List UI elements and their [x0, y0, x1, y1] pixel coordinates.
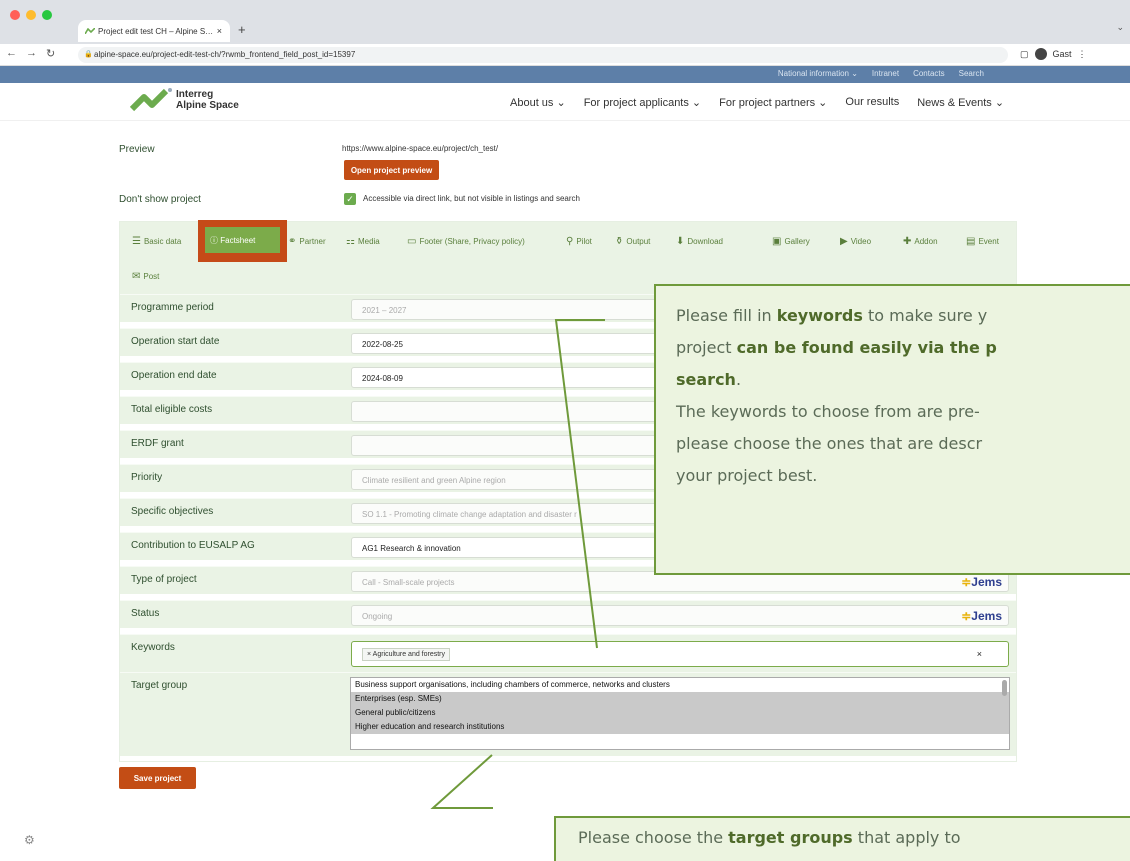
callout-line: please choose the ones that are descr: [676, 434, 983, 453]
callout-text: Please choose the: [578, 828, 729, 847]
browser-window: Project edit test CH – Alpine S… × + ⌄ ←…: [0, 0, 1130, 861]
callout-line: your project best.: [676, 466, 818, 485]
callout-line: Please fill in keywords to make sure y: [676, 300, 1130, 332]
target-groups-callout: Please choose the target groups that app…: [554, 816, 1130, 861]
callout-text: to make sure y: [862, 306, 988, 325]
callout-line: search.: [676, 364, 1130, 396]
callout-bold: target groups: [728, 828, 853, 847]
keywords-callout: Please fill in keywords to make sure y p…: [654, 284, 1130, 575]
callout-text: .: [735, 370, 742, 389]
callout-line: The keywords to choose from are pre-: [676, 402, 980, 421]
callout-bold: search: [676, 370, 736, 389]
callout-text: Please fill in: [676, 306, 777, 325]
callout-text: that apply to: [852, 828, 961, 847]
callout-line: project can be found easily via the p: [676, 332, 1130, 364]
callout-bold: keywords: [776, 306, 863, 325]
callout-bold: can be found easily via the p: [736, 338, 997, 357]
callout-text: project: [676, 338, 737, 357]
